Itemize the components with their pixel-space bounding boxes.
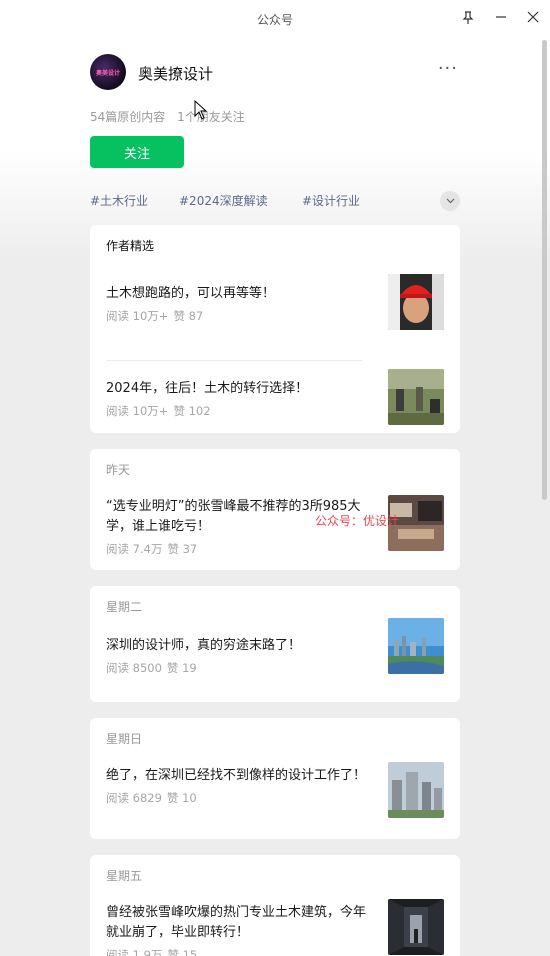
article-thumbnail[interactable] <box>388 369 444 425</box>
article-item[interactable]: 土木想跑路的，可以再等等！ 阅读 10万+ 赞 87 <box>106 274 444 338</box>
article-title[interactable]: 2024年，往后！土木的转行选择！ <box>106 379 368 399</box>
article-item[interactable]: 深圳的设计师，真的穷途末路了！ 阅读 8500 赞 19 <box>106 618 444 676</box>
like-count: 赞 15 <box>167 948 198 956</box>
scrollbar[interactable] <box>542 40 547 500</box>
article-title[interactable]: 绝了，在深圳已经找不到像样的设计工作了！ <box>106 766 368 786</box>
feed-card: 星期二 深圳的设计师，真的穷途末路了！ 阅读 8500 赞 19 <box>90 586 460 702</box>
more-icon[interactable]: ··· <box>438 58 458 79</box>
close-icon[interactable] <box>522 6 544 28</box>
like-count: 赞 87 <box>173 309 204 323</box>
tag-bar: #土木行业 #2024深度解读 #设计行业 <box>90 180 460 220</box>
like-count: 赞 10 <box>166 791 197 805</box>
feed-card: 昨天 “选专业明灯”的张雪峰最不推荐的3所985大学，谁上谁吃亏！ 阅读 7.4… <box>90 449 460 570</box>
chevron-down-icon[interactable] <box>440 191 460 211</box>
feed-date: 昨天 <box>106 463 131 477</box>
like-count: 赞 102 <box>173 404 211 418</box>
read-count: 阅读 10万+ <box>106 309 169 323</box>
pin-icon[interactable] <box>457 6 479 28</box>
article-thumbnail[interactable] <box>388 899 444 955</box>
minimize-icon[interactable] <box>490 6 512 28</box>
read-count: 阅读 10万+ <box>106 404 169 418</box>
avatar-text: 奥美设计 <box>95 69 120 77</box>
avatar[interactable]: 奥美设计 <box>90 54 126 90</box>
tag-item[interactable]: #2024深度解读 <box>179 192 268 209</box>
like-count: 赞 19 <box>166 661 197 675</box>
article-thumbnail[interactable] <box>388 618 444 674</box>
read-count: 阅读 8500 <box>106 661 162 675</box>
article-thumbnail[interactable] <box>388 274 444 330</box>
article-thumbnail[interactable] <box>388 762 444 818</box>
feed-card: 星期日 绝了，在深圳已经找不到像样的设计工作了！ 阅读 6829 赞 10 <box>90 718 460 839</box>
article-item[interactable]: 2024年，往后！土木的转行选择！ 阅读 10万+ 赞 102 <box>106 369 444 433</box>
read-count: 阅读 6829 <box>106 791 162 805</box>
watermark: 公众号：优设计 <box>315 514 400 528</box>
feed-date: 星期五 <box>106 869 143 883</box>
original-count: 54篇原创内容 <box>90 110 166 124</box>
friends-following[interactable]: 1个朋友关注 <box>177 110 245 124</box>
account-name: 奥美撩设计 <box>138 65 214 83</box>
article-item[interactable]: 曾经被张雪峰吹爆的热门专业土木建筑，今年就业崩了，毕业即转行！ 阅读 1.9万赞… <box>106 899 444 956</box>
featured-header: 作者精选 <box>106 239 155 253</box>
account-page: 奥美设计 奥美撩设计 ··· 54篇原创内容 1个朋友关注 关注 #土木行业 #… <box>90 36 460 956</box>
article-item[interactable]: 绝了，在深圳已经找不到像样的设计工作了！ 阅读 6829 赞 10 <box>106 762 444 818</box>
feed-date: 星期日 <box>106 732 143 746</box>
article-title[interactable]: 土木想跑路的，可以再等等！ <box>106 284 368 304</box>
featured-card: 作者精选 土木想跑路的，可以再等等！ 阅读 10万+ 赞 87 2024年，往后！… <box>90 225 460 433</box>
like-count: 赞 37 <box>167 542 198 556</box>
title-bar: 公众号 <box>0 0 550 36</box>
mouse-cursor-icon <box>194 100 208 120</box>
tag-item[interactable]: #设计行业 <box>302 192 360 209</box>
divider <box>106 360 362 361</box>
account-stats: 54篇原创内容 1个朋友关注 <box>90 100 460 136</box>
article-title[interactable]: 深圳的设计师，真的穷途末路了！ <box>106 636 368 656</box>
feed-date: 星期二 <box>106 600 143 614</box>
read-count: 阅读 7.4万 <box>106 542 163 556</box>
tag-item[interactable]: #土木行业 <box>90 192 148 209</box>
article-title[interactable]: 曾经被张雪峰吹爆的热门专业土木建筑，今年就业崩了，毕业即转行！ <box>106 903 368 943</box>
read-count: 阅读 1.9万 <box>106 948 163 956</box>
profile-header: 奥美设计 奥美撩设计 ··· <box>90 36 460 108</box>
follow-button[interactable]: 关注 <box>90 136 184 168</box>
feed-card: 星期五 曾经被张雪峰吹爆的热门专业土木建筑，今年就业崩了，毕业即转行！ 阅读 1… <box>90 855 460 956</box>
